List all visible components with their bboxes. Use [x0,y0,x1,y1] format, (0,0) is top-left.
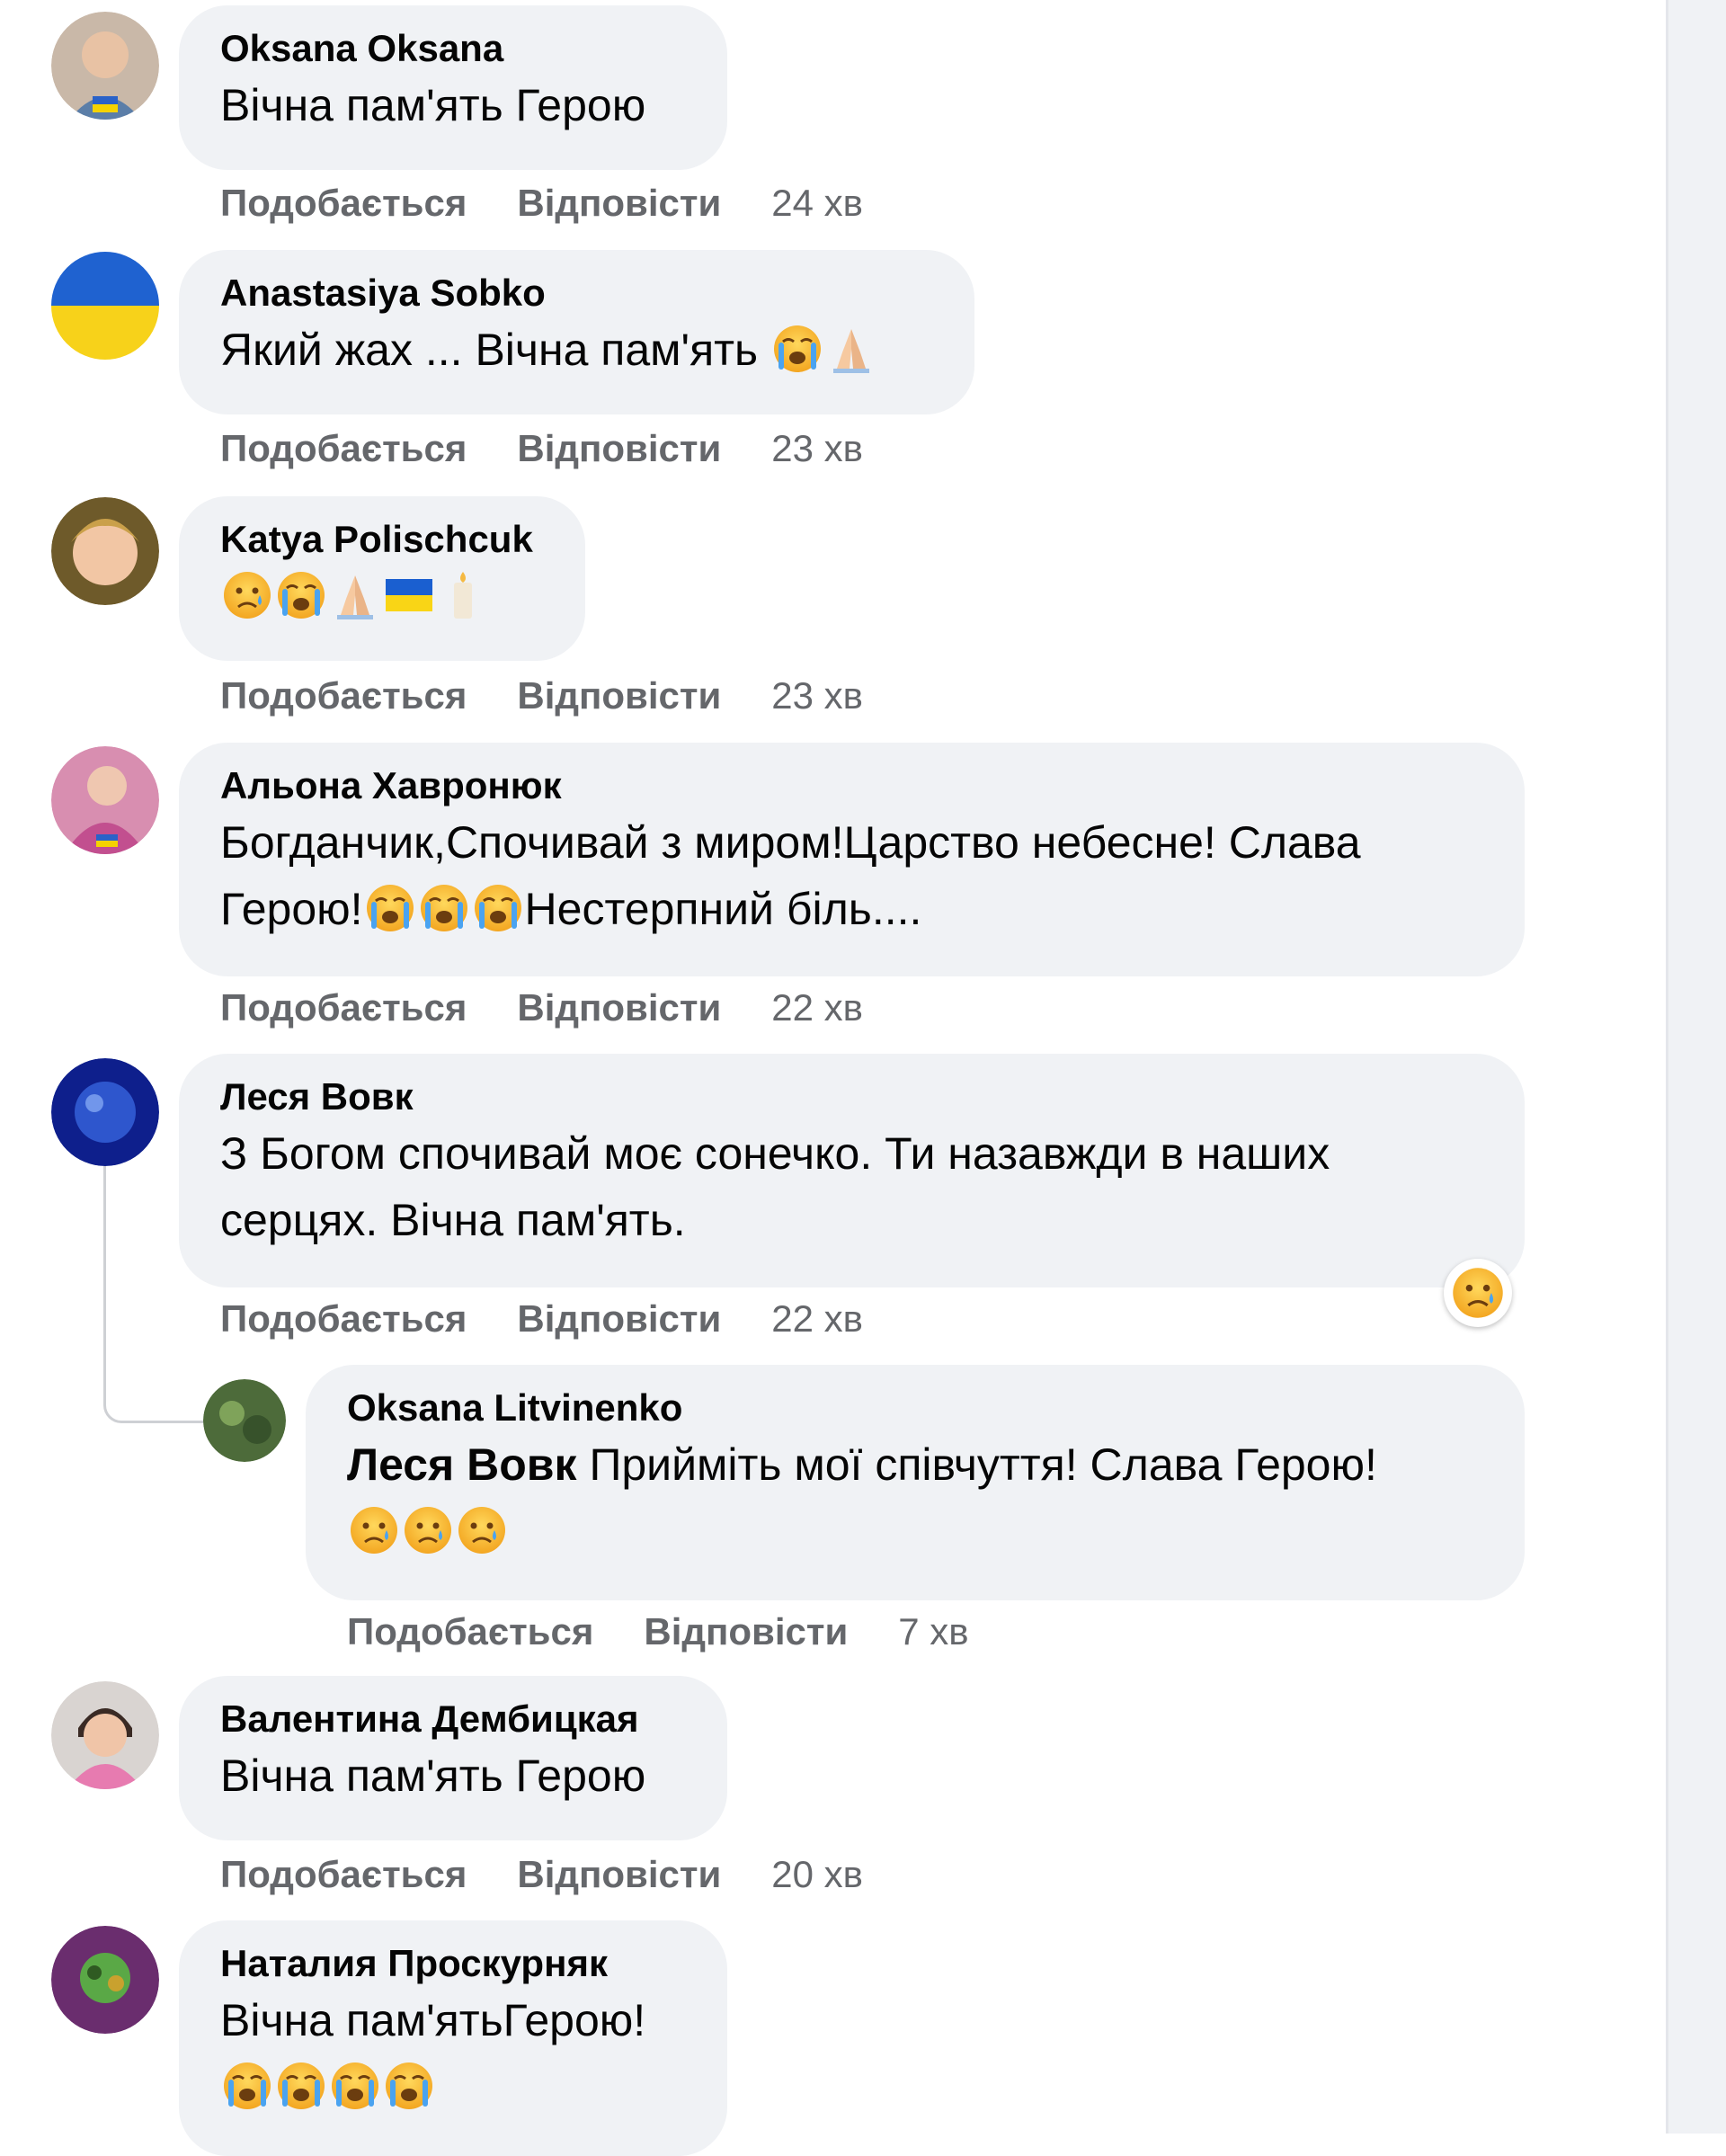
reply-button[interactable]: Відповісти [517,182,721,224]
comment-text [220,563,544,629]
comment-author[interactable]: Леся Вовк [220,1074,1483,1120]
avatar[interactable] [51,12,159,120]
sad-face-icon [455,1503,509,1557]
candle-icon [436,568,490,622]
comment-time[interactable]: 24 хв [771,182,863,224]
comment-text-line: Богданчик,Спочивай з миром!Царство небес… [220,817,1361,868]
crying-face-icon [274,568,328,622]
comment-actions: Подобається Відповісти 22 хв [220,1296,913,1342]
reply-button[interactable]: Відповісти [517,674,721,717]
mention-link[interactable]: Леся Вовк [347,1439,577,1490]
comment-text-segment: Герою! [220,884,363,934]
comment-bubble: Альона Хавронюк Богданчик,Спочивай з мир… [179,743,1525,976]
avatar[interactable] [51,1926,159,2034]
reply-button[interactable]: Відповісти [517,986,721,1029]
sad-reaction-icon [1451,1266,1505,1320]
avatar[interactable] [51,1058,159,1166]
crying-face-icon [770,322,824,376]
comment-text-body: Який жах ... Вічна пам'ять [220,325,759,375]
like-button[interactable]: Подобається [220,182,467,224]
comment-actions: Подобається Відповісти 20 хв [220,1851,913,1898]
comment-author[interactable]: Наталия Проскурняк [220,1940,686,1987]
comment-bubble: Anastasiya Sobko Який жах ... Вічна пам'… [179,250,974,414]
avatar[interactable] [51,252,159,360]
comment-text: Який жах ... Вічна пам'ять [220,316,933,383]
avatar[interactable] [51,497,159,605]
comment-time[interactable]: 22 хв [771,986,863,1029]
like-button[interactable]: Подобається [220,1297,467,1340]
comment-actions: Подобається Відповісти 23 хв [220,425,913,472]
crying-face-icon [363,881,417,935]
comment-bubble: Валентина Дембицкая Вічна пам'ять Герою [179,1676,727,1840]
comment-author[interactable]: Oksana Litvinenko [347,1385,1483,1431]
comment-actions: Подобається Відповісти 7 хв [347,1608,1019,1655]
comment-bubble: Наталия Проскурняк Вічна пам'ятьГерою! [179,1920,727,2156]
comment-time[interactable]: 22 хв [771,1297,863,1340]
like-button[interactable]: Подобається [220,1853,467,1895]
ukraine-flag-icon [382,568,436,622]
comment-actions: Подобається Відповісти 22 хв [220,984,913,1031]
comment-text: З Богом спочивай моє сонечко. Ти назавжд… [220,1120,1483,1253]
like-button[interactable]: Подобається [347,1610,593,1653]
reaction-count[interactable] [1444,1259,1512,1327]
comment-bubble: Леся Вовк З Богом спочивай моє сонечко. … [179,1054,1525,1287]
comment-time[interactable]: 23 хв [771,674,863,717]
comment-text-segment: Нестерпний біль.... [524,884,922,934]
comment-author[interactable]: Альона Хавронюк [220,762,1483,809]
crying-face-icon [274,2059,328,2113]
comment-actions: Подобається Відповісти 23 хв [220,673,913,719]
comment-text: Вічна пам'ять Герою [220,80,646,130]
comment-bubble: Oksana Litvinenko Леся Вовк Прийміть мої… [306,1365,1525,1600]
comment-time[interactable]: 7 хв [898,1610,968,1653]
comments-feed: Oksana Oksana Вічна пам'ять Герою Подоба… [0,0,1666,2156]
reply-button[interactable]: Відповісти [517,427,721,469]
comment-text-body: Прийміть мої співчуття! Слава Герою! [589,1439,1377,1490]
reply-button[interactable]: Відповісти [644,1610,848,1653]
sad-face-icon [347,1503,401,1557]
like-button[interactable]: Подобається [220,986,467,1029]
comment-text: Леся Вовк Прийміть мої співчуття! Слава … [347,1431,1483,1564]
comment-bubble: Katya Polischcuk [179,496,585,661]
comment-text: Вічна пам'ять Герою [220,1751,646,1801]
sad-face-icon [401,1503,455,1557]
comment-time[interactable]: 20 хв [771,1853,863,1895]
avatar[interactable] [203,1379,286,1462]
crying-face-icon [328,2059,382,2113]
avatar[interactable] [51,746,159,854]
comment-text-line: З Богом спочивай моє сонечко. Ти назавжд… [220,1128,1330,1179]
reply-button[interactable]: Відповісти [517,1853,721,1895]
comment-actions: Подобається Відповісти 24 хв [220,180,913,227]
like-button[interactable]: Подобається [220,674,467,717]
comment-text-line: серцях. Вічна пам'ять. [220,1195,686,1245]
comment-time[interactable]: 23 хв [771,427,863,469]
comment-author[interactable]: Валентина Дембицкая [220,1696,686,1742]
crying-face-icon [382,2059,436,2113]
folded-hands-icon [824,322,878,376]
reply-button[interactable]: Відповісти [517,1297,721,1340]
comment-author[interactable]: Katya Polischcuk [220,516,544,563]
sad-face-icon [220,568,274,622]
folded-hands-icon [328,568,382,622]
like-button[interactable]: Подобається [220,427,467,469]
comment-author[interactable]: Anastasiya Sobko [220,270,933,316]
crying-face-icon [417,881,471,935]
reply-thread-line [103,1166,205,1423]
right-sidebar [1666,0,1726,2134]
comment-text-body: Вічна пам'ятьГерою! [220,1995,646,2045]
comment-text: Вічна пам'ятьГерою! [220,1987,686,2120]
crying-face-icon [471,881,525,935]
avatar[interactable] [51,1681,159,1789]
crying-face-icon [220,2059,274,2113]
comment-text: Богданчик,Спочивай з миром!Царство небес… [220,809,1483,942]
comment-author[interactable]: Oksana Oksana [220,25,686,72]
comment-bubble: Oksana Oksana Вічна пам'ять Герою [179,5,727,170]
